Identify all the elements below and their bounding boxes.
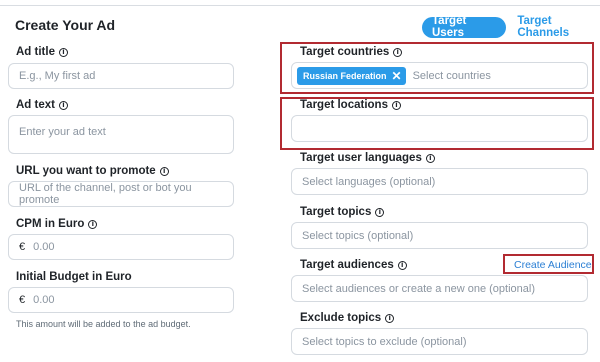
create-audience-link[interactable]: Create Audience (514, 259, 592, 271)
tab-target-users[interactable]: Target Users (422, 15, 507, 39)
budget-label: Initial Budget in Euro (16, 271, 132, 283)
info-icon: i (393, 47, 403, 57)
url-placeholder: URL of the channel, post or bot you prom… (19, 182, 192, 206)
cpm-input[interactable]: € 0.00 (8, 234, 234, 260)
audiences-label: Target audiences i (300, 259, 407, 271)
page-title: Create Your Ad (15, 17, 116, 33)
ad-title-label: Ad title i (16, 46, 68, 58)
ad-text-label: Ad text i (16, 99, 68, 111)
topics-label: Target topics i (300, 206, 385, 218)
budget-placeholder: 0.00 (33, 294, 55, 306)
url-label: URL you want to promote i (16, 165, 169, 177)
audiences-input[interactable]: Select audiences or create a new one (op… (291, 275, 588, 302)
exclude-placeholder: Select topics to exclude (optional) (302, 335, 467, 348)
cpm-label-text: CPM in Euro (16, 218, 85, 230)
country-chip-label: Russian Federation (303, 70, 387, 81)
target-tabs: Target Users Target Channels (422, 15, 600, 39)
languages-label: Target user languages i (300, 152, 435, 164)
tab-target-channels[interactable]: Target Channels (517, 15, 600, 39)
ad-title-placeholder: E.g., My first ad (19, 70, 96, 82)
top-divider (0, 5, 600, 6)
countries-label: Target countries i (300, 46, 403, 58)
budget-input[interactable]: € 0.00 (8, 287, 234, 313)
country-chip: Russian Federation ✕ (297, 66, 406, 85)
languages-placeholder: Select languages (optional) (302, 175, 436, 188)
cpm-placeholder: 0.00 (33, 241, 55, 253)
audiences-placeholder: Select audiences or create a new one (op… (302, 282, 535, 295)
ad-title-input[interactable]: E.g., My first ad (8, 63, 234, 89)
budget-label-text: Initial Budget in Euro (16, 271, 132, 283)
countries-input[interactable]: Russian Federation ✕ Select countries (291, 62, 588, 89)
languages-label-text: Target user languages (300, 152, 422, 164)
info-icon: i (159, 166, 169, 176)
url-label-text: URL you want to promote (16, 165, 156, 177)
info-icon: i (385, 313, 395, 323)
countries-label-text: Target countries (300, 46, 390, 58)
countries-placeholder: Select countries (412, 69, 491, 82)
languages-input[interactable]: Select languages (optional) (291, 168, 588, 195)
budget-hint: This amount will be added to the ad budg… (16, 319, 191, 329)
ad-text-placeholder: Enter your ad text (19, 126, 106, 138)
info-icon: i (425, 153, 435, 163)
euro-sign: € (19, 241, 26, 253)
info-icon: i (397, 260, 407, 270)
topics-label-text: Target topics (300, 206, 372, 218)
ad-text-input[interactable]: Enter your ad text (8, 115, 234, 154)
euro-sign: € (19, 294, 26, 306)
info-icon: i (391, 100, 401, 110)
exclude-label-text: Exclude topics (300, 312, 382, 324)
locations-label-text: Target locations (300, 99, 388, 111)
info-icon: i (58, 100, 68, 110)
info-icon: i (375, 207, 385, 217)
locations-input[interactable] (291, 115, 588, 142)
info-icon: i (58, 47, 68, 57)
cpm-label: CPM in Euro i (16, 218, 98, 230)
exclude-input[interactable]: Select topics to exclude (optional) (291, 328, 588, 355)
ad-text-label-text: Ad text (16, 99, 55, 111)
ad-title-label-text: Ad title (16, 46, 55, 58)
exclude-label: Exclude topics i (300, 312, 395, 324)
url-input[interactable]: URL of the channel, post or bot you prom… (8, 181, 234, 207)
topics-input[interactable]: Select topics (optional) (291, 222, 588, 249)
audiences-label-text: Target audiences (300, 259, 394, 271)
topics-placeholder: Select topics (optional) (302, 229, 414, 242)
info-icon: i (88, 219, 98, 229)
locations-label: Target locations i (300, 99, 401, 111)
close-icon[interactable]: ✕ (392, 70, 402, 82)
